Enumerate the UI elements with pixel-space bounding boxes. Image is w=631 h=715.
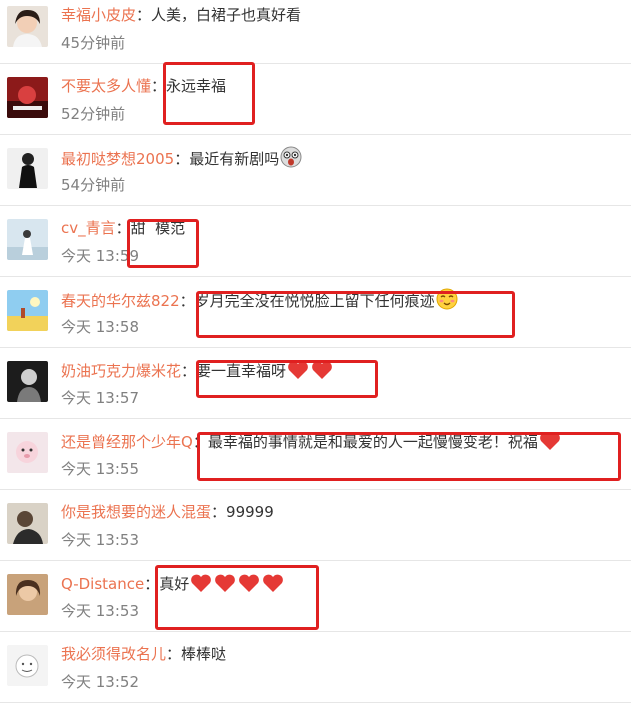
colon: ： [179,292,195,310]
avatar[interactable] [7,361,48,402]
heart-icon [312,361,332,379]
heart-icon [239,574,260,592]
comment-time: 45分钟前 [61,34,126,52]
comment-username[interactable]: 你是我想要的迷人混蛋 [61,503,211,521]
comment-text: 棒棒哒 [181,645,227,663]
comment-time: 今天 13:58 [61,318,139,336]
colon: ： [174,150,190,168]
comment-username[interactable]: 春天的华尔兹822 [61,292,180,310]
comment-text: 真好 [159,575,190,593]
colon: ： [151,77,167,95]
comment-text: 最近有新剧吗 [189,150,280,168]
comment-item: 不要太多人懂：永远幸福 52分钟前 [0,63,631,135]
shocked-emoji-icon [280,146,302,168]
heart-icon [263,574,284,592]
avatar[interactable] [7,148,48,189]
comment-item: Q-Distance：真好 今天 13:53 [0,560,631,632]
comment-username[interactable]: 还是曾经那个少年Q [61,433,193,451]
comment-text: 永远幸福 [166,77,227,95]
comment-item: 春天的华尔兹822：岁月完全没在悦悦脸上留下任何痕迹 今天 13:58 [0,276,631,348]
comment-time: 今天 13:53 [61,602,139,620]
comment-username[interactable]: 奶油巧克力爆米花 [61,362,181,380]
comment-username[interactable]: 我必须得改名儿 [61,645,166,663]
avatar[interactable] [7,290,48,331]
comment-time: 今天 13:53 [61,531,139,549]
comment-username[interactable]: 不要太多人懂 [61,77,151,95]
comment-time: 52分钟前 [61,105,126,123]
comment-text: 99999 [226,503,274,521]
comment-time: 54分钟前 [61,176,126,194]
comment-item: 幸福小皮皮：人美，白裙子也真好看 45分钟前 [0,0,631,64]
heart-icon [191,574,212,592]
colon: ： [192,433,208,451]
comment-item: 还是曾经那个少年Q：最幸福的事情就是和最爱的人一起慢慢变老！祝福 今天 13:5… [0,418,631,490]
comment-item: 我必须得改名儿：棒棒哒 今天 13:52 [0,631,631,703]
colon: ： [115,219,131,237]
colon: ： [211,503,227,521]
avatar[interactable] [7,219,48,260]
avatar[interactable] [7,6,48,47]
avatar[interactable] [7,645,48,686]
comment-username[interactable]: 幸福小皮皮 [61,6,136,24]
colon: ： [136,6,152,24]
comment-text: 最幸福的事情就是和最爱的人一起慢慢变老！祝福 [207,433,538,451]
comment-username[interactable]: cv_青言 [61,219,116,237]
comment-time: 今天 13:59 [61,247,139,265]
heart-icon [215,574,236,592]
comment-text: 人美，白裙子也真好看 [151,6,302,24]
avatar[interactable] [7,574,48,615]
comment-username[interactable]: Q-Distance [61,575,144,593]
colon: ： [166,645,182,663]
comment-item: 最初哒梦想2005：最近有新剧吗 54分钟前 [0,134,631,206]
colon: ： [181,362,197,380]
avatar[interactable] [7,432,48,473]
comment-text: 要一直幸福呀 [196,362,287,380]
comment-time: 今天 13:52 [61,673,139,691]
comment-text: 甜 模范 [130,219,186,237]
comment-username[interactable]: 最初哒梦想2005 [61,150,174,168]
comment-item: 你是我想要的迷人混蛋：99999 今天 13:53 [0,489,631,561]
comment-text: 岁月完全没在悦悦脸上留下任何痕迹 [194,292,435,310]
comment-time: 今天 13:57 [61,389,139,407]
heart-icon [288,361,308,379]
avatar[interactable] [7,503,48,544]
comment-item: 奶油巧克力爆米花：要一直幸福呀 今天 13:57 [0,347,631,419]
colon: ： [144,575,160,593]
avatar[interactable] [7,77,48,118]
heart-icon [539,432,560,450]
comment-item: cv_青言：甜 模范 今天 13:59 [0,205,631,277]
comment-time: 今天 13:55 [61,460,139,478]
blush-emoji-icon [436,288,458,310]
